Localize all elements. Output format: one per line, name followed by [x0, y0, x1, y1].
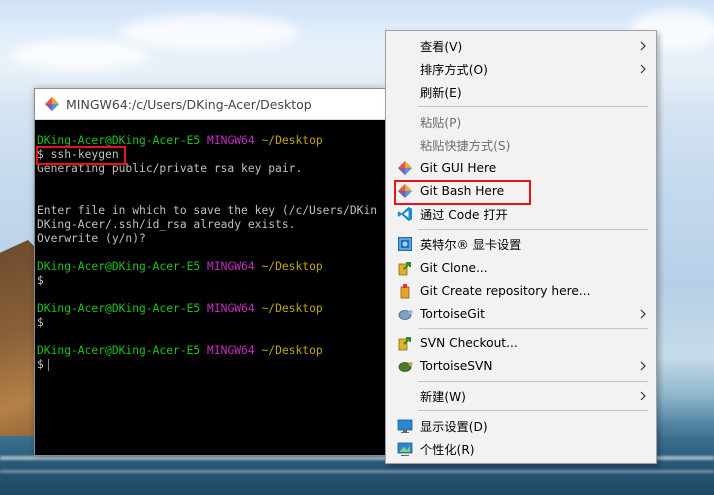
prompt-user: DKing-Acer@DKing-Acer-E5	[37, 344, 201, 357]
prompt-user: DKing-Acer@DKing-Acer-E5	[37, 302, 201, 315]
chevron-right-icon	[640, 391, 646, 401]
prompt-path: ~/Desktop	[261, 344, 323, 357]
menu-separator	[418, 381, 648, 382]
command-line: $	[37, 316, 385, 330]
tortoisesvn-icon	[398, 362, 413, 372]
prompt-env: MINGW64	[207, 302, 255, 315]
menu-item-intel-graphics[interactable]: 英特尔® 显卡设置	[388, 233, 654, 255]
prompt-env: MINGW64	[207, 344, 255, 357]
menu-item-label: SVN Checkout...	[420, 336, 518, 350]
prompt-path: ~/Desktop	[261, 302, 323, 315]
menu-item-label: 个性化(R)	[420, 443, 475, 457]
command-line: $	[37, 274, 385, 288]
menu-item-tortoisegit[interactable]: TortoiseGit	[388, 303, 654, 325]
prompt-env: MINGW64	[207, 260, 255, 273]
vscode-icon	[397, 207, 412, 221]
text-cursor	[47, 359, 49, 371]
menu-item-refresh[interactable]: 刷新(E)	[388, 81, 654, 103]
menu-item-tortoisesvn[interactable]: TortoiseSVN	[388, 355, 654, 377]
menu-item-git-clone[interactable]: Git Clone...	[388, 257, 654, 279]
menu-item-label: 粘贴快捷方式(S)	[420, 139, 511, 153]
terminal-output[interactable]: DKing-Acer@DKing-Acer-E5 MINGW64 ~/Deskt…	[35, 120, 385, 455]
window-titlebar[interactable]: MINGW64:/c/Users/DKing-Acer/Desktop	[35, 89, 385, 120]
prompt-path: ~/Desktop	[261, 260, 323, 273]
git-bash-highlight-box	[394, 180, 531, 205]
personalize-icon	[397, 442, 413, 456]
menu-separator	[418, 328, 648, 329]
menu-item-label: 排序方式(O)	[420, 63, 488, 77]
menu-item-label: Git GUI Here	[420, 161, 497, 175]
svn-checkout-icon	[398, 337, 411, 351]
menu-item-git-gui-here[interactable]: Git GUI Here	[388, 157, 654, 179]
prompt-symbol: $	[37, 274, 44, 287]
prompt-symbol: $	[37, 358, 44, 371]
menu-item-label: Git Clone...	[420, 261, 488, 275]
desktop-context-menu[interactable]: 查看(V) 排序方式(O) 刷新(E) 粘贴(P) 粘贴快捷方式(S) Git …	[385, 30, 657, 464]
menu-item-label: TortoiseSVN	[420, 359, 493, 373]
menu-item-label: 显示设置(D)	[420, 420, 488, 434]
command-line[interactable]: $	[37, 358, 385, 372]
chevron-right-icon	[640, 361, 646, 371]
git-bash-icon	[45, 97, 59, 111]
git-bash-window[interactable]: MINGW64:/c/Users/DKing-Acer/Desktop DKin…	[34, 88, 386, 456]
tortoisegit-create-repo-icon	[400, 284, 410, 299]
prompt-line: DKing-Acer@DKing-Acer-E5 MINGW64 ~/Deskt…	[37, 260, 385, 274]
chevron-right-icon	[640, 309, 646, 319]
menu-item-view[interactable]: 查看(V)	[388, 35, 654, 57]
menu-separator	[418, 229, 648, 230]
tortoisegit-clone-icon	[398, 262, 411, 276]
menu-item-personalize[interactable]: 个性化(R)	[388, 438, 654, 460]
cloud	[120, 15, 300, 50]
cloud	[10, 40, 150, 70]
menu-item-label: 查看(V)	[420, 40, 463, 54]
menu-separator	[418, 106, 648, 107]
menu-item-label: Git Create repository here...	[420, 284, 591, 298]
window-title: MINGW64:/c/Users/DKing-Acer/Desktop	[66, 96, 312, 112]
git-diamond-icon	[398, 161, 412, 175]
menu-item-label: 英特尔® 显卡设置	[420, 238, 522, 252]
prompt-env: MINGW64	[207, 134, 255, 147]
tortoisegit-icon	[398, 310, 413, 320]
wave-foam	[0, 470, 714, 473]
menu-item-paste-shortcut: 粘贴快捷方式(S)	[388, 134, 654, 156]
menu-item-label: 刷新(E)	[420, 86, 462, 100]
chevron-right-icon	[640, 41, 646, 51]
chevron-right-icon	[640, 64, 646, 74]
prompt-user: DKing-Acer@DKing-Acer-E5	[37, 260, 201, 273]
menu-item-sort-by[interactable]: 排序方式(O)	[388, 58, 654, 80]
menu-item-new[interactable]: 新建(W)	[388, 385, 654, 407]
output-line: DKing-Acer/.ssh/id_rsa already exists.	[37, 218, 296, 231]
prompt-symbol: $	[37, 316, 44, 329]
display-settings-icon	[397, 419, 413, 433]
command-highlight-box	[36, 146, 126, 165]
menu-item-label: 新建(W)	[420, 390, 466, 404]
prompt-line: DKing-Acer@DKing-Acer-E5 MINGW64 ~/Deskt…	[37, 344, 385, 358]
menu-item-git-create-repo[interactable]: Git Create repository here...	[388, 280, 654, 302]
menu-item-label: 通过 Code 打开	[420, 208, 508, 222]
menu-item-open-with-code[interactable]: 通过 Code 打开	[388, 203, 654, 225]
output-line: Overwrite (y/n)?	[37, 232, 146, 245]
menu-separator	[418, 410, 648, 411]
intel-graphics-icon	[398, 237, 412, 251]
menu-item-display-settings[interactable]: 显示设置(D)	[388, 415, 654, 437]
menu-item-label: 粘贴(P)	[420, 116, 462, 130]
menu-item-label: TortoiseGit	[420, 307, 485, 321]
menu-item-svn-checkout[interactable]: SVN Checkout...	[388, 332, 654, 354]
prompt-line: DKing-Acer@DKing-Acer-E5 MINGW64 ~/Deskt…	[37, 302, 385, 316]
prompt-path: ~/Desktop	[261, 134, 323, 147]
menu-item-paste: 粘贴(P)	[388, 111, 654, 133]
output-line: Enter file in which to save the key (/c/…	[37, 204, 378, 217]
